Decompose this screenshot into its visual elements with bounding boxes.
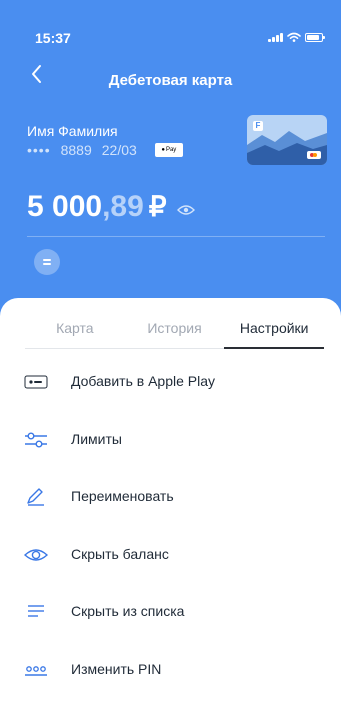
status-icons bbox=[268, 32, 325, 42]
status-time: 15:37 bbox=[35, 30, 71, 46]
status-bar: 15:37 bbox=[0, 0, 341, 60]
tab-card[interactable]: Карта bbox=[25, 320, 125, 348]
wifi-icon bbox=[287, 32, 301, 42]
mastercard-icon bbox=[307, 151, 321, 159]
pin-dots-icon bbox=[25, 665, 47, 676]
tab-history[interactable]: История bbox=[125, 320, 225, 348]
card-holder-name: Имя Фамилия bbox=[27, 123, 118, 139]
menu-item-label: Скрыть баланс bbox=[71, 545, 169, 562]
tab-settings[interactable]: Настройки bbox=[224, 320, 324, 349]
menu-item-hide-balance[interactable]: Скрыть баланс bbox=[0, 527, 341, 585]
balance-whole: 5 000 bbox=[27, 190, 103, 223]
card-header: 15:37 Дебетовая карта Имя Фамилия •••• 8… bbox=[0, 0, 341, 320]
settings-menu: Добавить в Apple Play Лимиты Переименова… bbox=[0, 354, 341, 699]
card-details: •••• 8889 22/03 ● Pay bbox=[27, 142, 183, 158]
apple-pay-icon bbox=[24, 375, 48, 389]
currency-symbol: ₽ bbox=[148, 191, 167, 222]
card-mask: •••• bbox=[27, 142, 51, 158]
menu-item-limits[interactable]: Лимиты bbox=[0, 412, 341, 470]
apple-pay-badge-label: Pay bbox=[165, 147, 177, 153]
card-last4: 8889 bbox=[60, 142, 92, 158]
battery-icon bbox=[305, 32, 325, 42]
menu-item-change-pin[interactable]: Изменить PIN bbox=[0, 642, 341, 700]
tab-bar: Карта История Настройки bbox=[25, 320, 324, 349]
divider bbox=[27, 236, 325, 237]
menu-item-label: Переименовать bbox=[71, 488, 174, 504]
sliders-icon bbox=[25, 432, 47, 447]
apple-pay-badge: ● Pay bbox=[154, 143, 183, 157]
eye-icon bbox=[24, 548, 48, 561]
page-title: Дебетовая карта bbox=[108, 72, 233, 89]
menu-item-label: Изменить PIN bbox=[71, 660, 162, 677]
balance: 5 000 ,89 ₽ bbox=[27, 190, 195, 224]
card-expiry: 22/03 bbox=[101, 142, 137, 158]
menu-item-label: Лимиты bbox=[71, 430, 122, 447]
pencil-icon bbox=[27, 488, 44, 506]
menu-item-hide-from-list[interactable]: Скрыть из списка bbox=[0, 584, 341, 642]
eye-icon[interactable] bbox=[176, 204, 195, 216]
card-action-button[interactable] bbox=[34, 249, 60, 275]
bank-logo: F bbox=[253, 121, 263, 131]
settings-sheet: Карта История Настройки Добавить в Apple… bbox=[0, 298, 341, 722]
card-image[interactable]: F bbox=[247, 115, 327, 165]
menu-item-label: Скрыть из списка bbox=[71, 603, 185, 619]
list-icon bbox=[28, 605, 44, 617]
menu-item-rename[interactable]: Переименовать bbox=[0, 469, 341, 527]
apple-icon: ● bbox=[161, 147, 165, 153]
menu-item-add-apple-pay[interactable]: Добавить в Apple Play bbox=[0, 354, 341, 412]
balance-fraction: ,89 bbox=[102, 190, 144, 223]
signal-icon bbox=[268, 32, 283, 42]
menu-item-label: Добавить в Apple Play bbox=[71, 373, 216, 389]
